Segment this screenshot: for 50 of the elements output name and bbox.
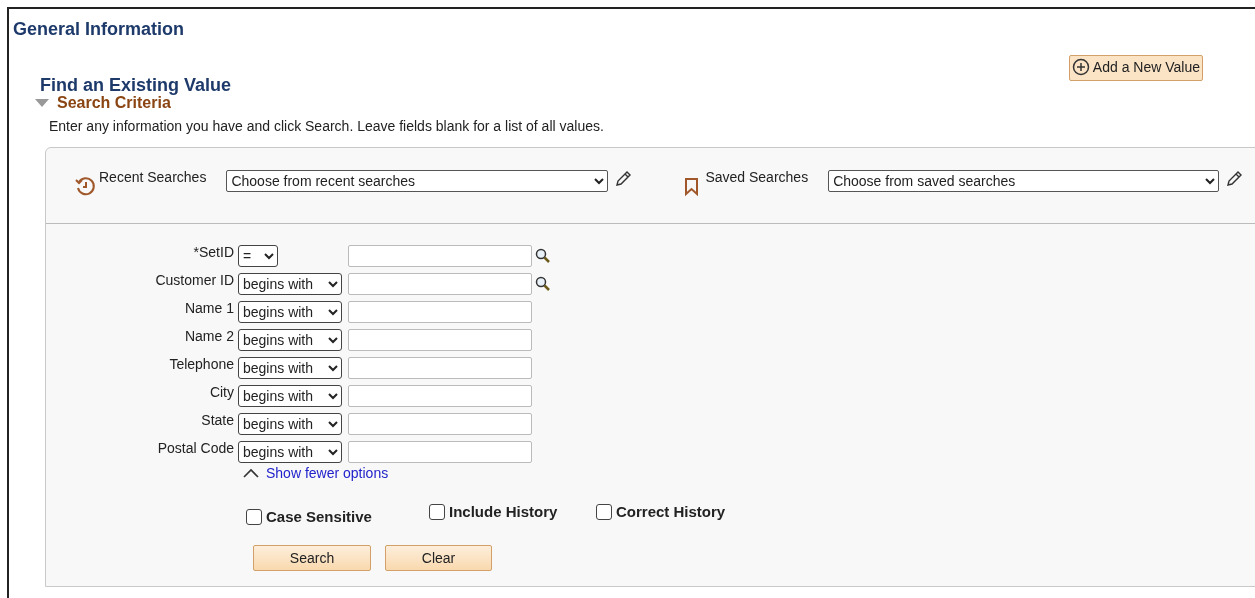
operator-dropdown[interactable]: begins with <box>238 301 342 323</box>
add-new-value-button[interactable]: Add a New Value <box>1068 55 1203 81</box>
history-clock-icon <box>75 175 97 197</box>
add-icon <box>1071 57 1090 76</box>
edit-pencil-icon[interactable] <box>1225 169 1244 187</box>
field-label: Recent Searches <box>99 169 207 185</box>
show-fewer-options-link[interactable]: Show fewer options <box>266 465 389 481</box>
input-field[interactable] <box>348 413 532 435</box>
field-label: State <box>200 412 235 428</box>
clear-button[interactable]: Clear <box>385 545 492 571</box>
field-label: *SetID <box>192 244 235 260</box>
input-field[interactable] <box>348 441 532 463</box>
field-label: Customer ID <box>154 272 235 288</box>
field-label: City <box>208 384 235 400</box>
section-heading: Find an Existing Value <box>40 75 232 96</box>
input-field[interactable] <box>348 329 532 351</box>
field-label: Postal Code <box>156 440 235 456</box>
operator-dropdown[interactable]: begins with <box>238 329 342 351</box>
instruction-text: Enter any information you have and click Search. Leave fields blank for a list of all values. <box>49 118 605 134</box>
operator-dropdown[interactable]: begins with <box>238 385 342 407</box>
input-field[interactable] <box>348 245 532 267</box>
field-label: Saved Searches <box>705 169 809 185</box>
checkbox-label: Case Sensitive <box>266 508 372 525</box>
checkbox-label: Correct History <box>616 503 726 520</box>
input-field[interactable] <box>348 273 532 295</box>
search-icon[interactable] <box>535 276 551 292</box>
checkbox[interactable] <box>246 508 262 525</box>
input-field[interactable] <box>348 357 532 379</box>
dropdown[interactable]: Choose from saved searches <box>828 170 1220 192</box>
operator-dropdown[interactable]: begins with <box>238 441 342 463</box>
operator-dropdown[interactable]: begins with <box>238 413 342 435</box>
operator-dropdown[interactable]: = <box>238 245 278 267</box>
search-icon[interactable] <box>535 248 551 264</box>
search-button[interactable]: Search <box>253 545 371 571</box>
input-field[interactable] <box>348 301 532 323</box>
operator-dropdown[interactable]: begins with <box>238 273 342 295</box>
checkbox[interactable] <box>429 503 445 520</box>
field-label: Telephone <box>168 356 235 372</box>
chevron-up-icon <box>243 468 259 478</box>
section-toggle-label[interactable]: Search Criteria <box>57 94 171 112</box>
collapse-triangle-icon[interactable] <box>35 98 49 108</box>
checkbox-label: Include History <box>449 503 558 520</box>
checkbox[interactable] <box>596 503 612 520</box>
dropdown[interactable]: Choose from recent searches <box>226 170 609 192</box>
field-label: Name 1 <box>183 300 235 316</box>
operator-dropdown[interactable]: begins with <box>238 357 342 379</box>
page-title: General Information <box>13 19 186 40</box>
field-label: Name 2 <box>183 328 235 344</box>
input-field[interactable] <box>348 385 532 407</box>
edit-pencil-icon[interactable] <box>614 169 633 187</box>
